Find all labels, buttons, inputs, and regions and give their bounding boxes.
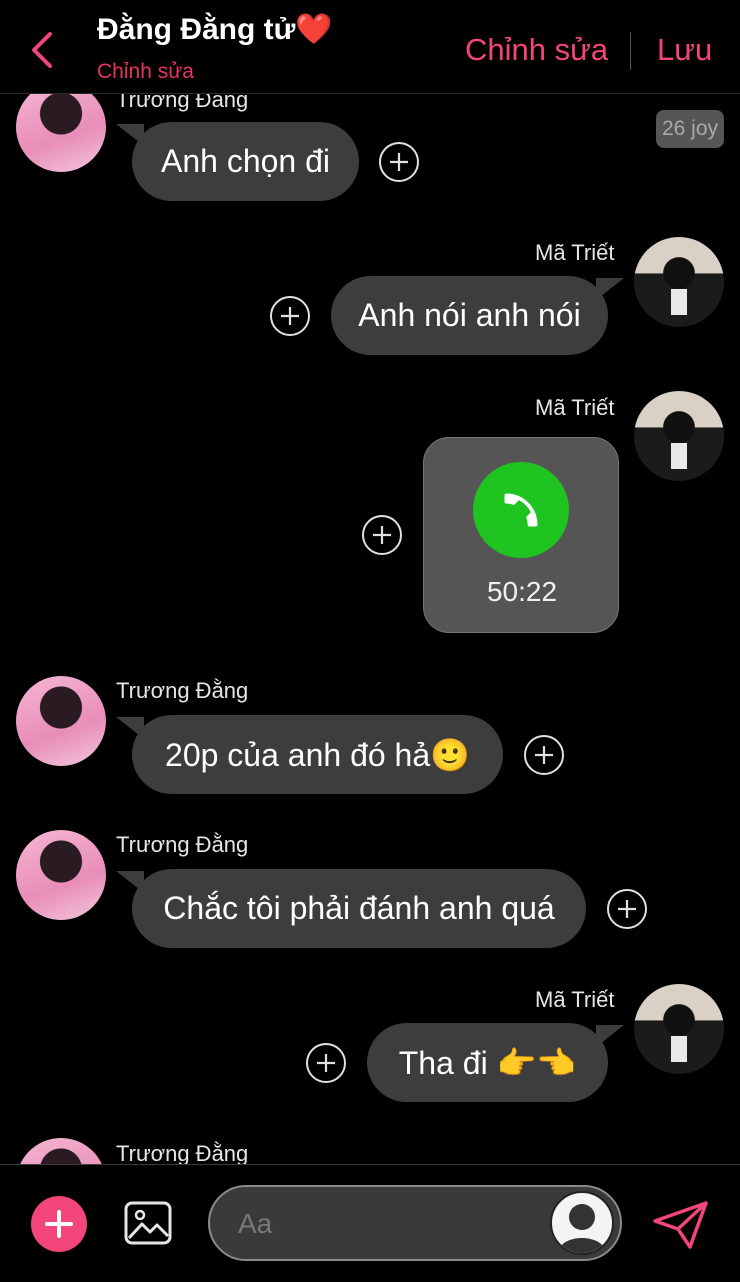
add-reaction-button[interactable] (362, 515, 402, 555)
message-bubble[interactable]: Chắc tôi phải đánh anh quá (116, 869, 586, 948)
message-bubble[interactable]: Anh nói anh nói (331, 276, 624, 355)
sender-name: Mã Triết (535, 395, 615, 420)
plus-circle-icon (281, 307, 299, 325)
message-text: 20p của anh đó hả🙂 (165, 736, 470, 773)
message-text: Tha đi 👉👈 (398, 1044, 577, 1081)
avatar-ma-triet[interactable] (634, 237, 724, 327)
call-message-card[interactable]: 50:22 (423, 437, 619, 633)
message-bubble[interactable]: 20p của anh đó hả🙂 (116, 715, 503, 794)
plus-circle-icon (317, 1054, 335, 1072)
avatar-ma-triet[interactable] (634, 391, 724, 481)
message-input-container[interactable] (208, 1185, 622, 1261)
call-button[interactable] (473, 462, 569, 558)
phone-icon (504, 493, 538, 527)
sender-name: Trương Đằng (116, 678, 249, 703)
user-avatar[interactable] (550, 1191, 614, 1255)
add-reaction-button[interactable] (379, 142, 419, 182)
header-divider (630, 32, 631, 70)
avatar-truong-dang[interactable] (16, 82, 106, 172)
message-text: Anh chọn đi (160, 143, 330, 179)
back-chevron-icon[interactable] (26, 28, 60, 72)
plus-circle-icon (373, 526, 391, 544)
chat-header: Đằng Đằng tử❤️ Chỉnh sửa Chỉnh sửa Lưu (0, 0, 740, 94)
sender-name: Mã Triết (535, 987, 615, 1012)
person-silhouette-icon (558, 1204, 606, 1253)
plus-circle-icon (390, 153, 408, 171)
edit-button[interactable]: Chỉnh sửa (465, 32, 608, 68)
call-duration: 50:22 (486, 576, 558, 607)
composer-bar (0, 1164, 740, 1282)
add-reaction-button[interactable] (607, 889, 647, 929)
message-text: Anh nói anh nói (358, 297, 581, 333)
add-reaction-button[interactable] (270, 296, 310, 336)
avatar-truong-dang[interactable] (16, 830, 106, 920)
message-text: Chắc tôi phải đánh anh quá (163, 890, 555, 926)
plus-icon (45, 1210, 73, 1238)
avatar-truong-dang[interactable] (16, 676, 106, 766)
message-bubble[interactable]: Tha đi 👉👈 (367, 1023, 624, 1102)
add-button[interactable] (31, 1196, 87, 1252)
sender-name: Trương Đằng (116, 832, 249, 857)
save-button[interactable]: Lưu (657, 32, 712, 68)
time-badge: 26 joy (656, 110, 724, 148)
avatar-ma-triet[interactable] (634, 984, 724, 1074)
add-reaction-button[interactable] (306, 1043, 346, 1083)
message-bubble[interactable]: Anh chọn đi (116, 122, 359, 201)
add-reaction-button[interactable] (524, 735, 564, 775)
image-icon[interactable] (123, 1198, 173, 1248)
plus-circle-icon (618, 900, 636, 918)
send-icon[interactable] (652, 1199, 710, 1251)
chat-subtitle[interactable]: Chỉnh sửa (97, 60, 194, 84)
chat-title: Đằng Đằng tử❤️ (97, 13, 333, 46)
message-input[interactable] (236, 1201, 540, 1247)
sender-name: Mã Triết (535, 240, 615, 265)
plus-circle-icon (535, 746, 553, 764)
